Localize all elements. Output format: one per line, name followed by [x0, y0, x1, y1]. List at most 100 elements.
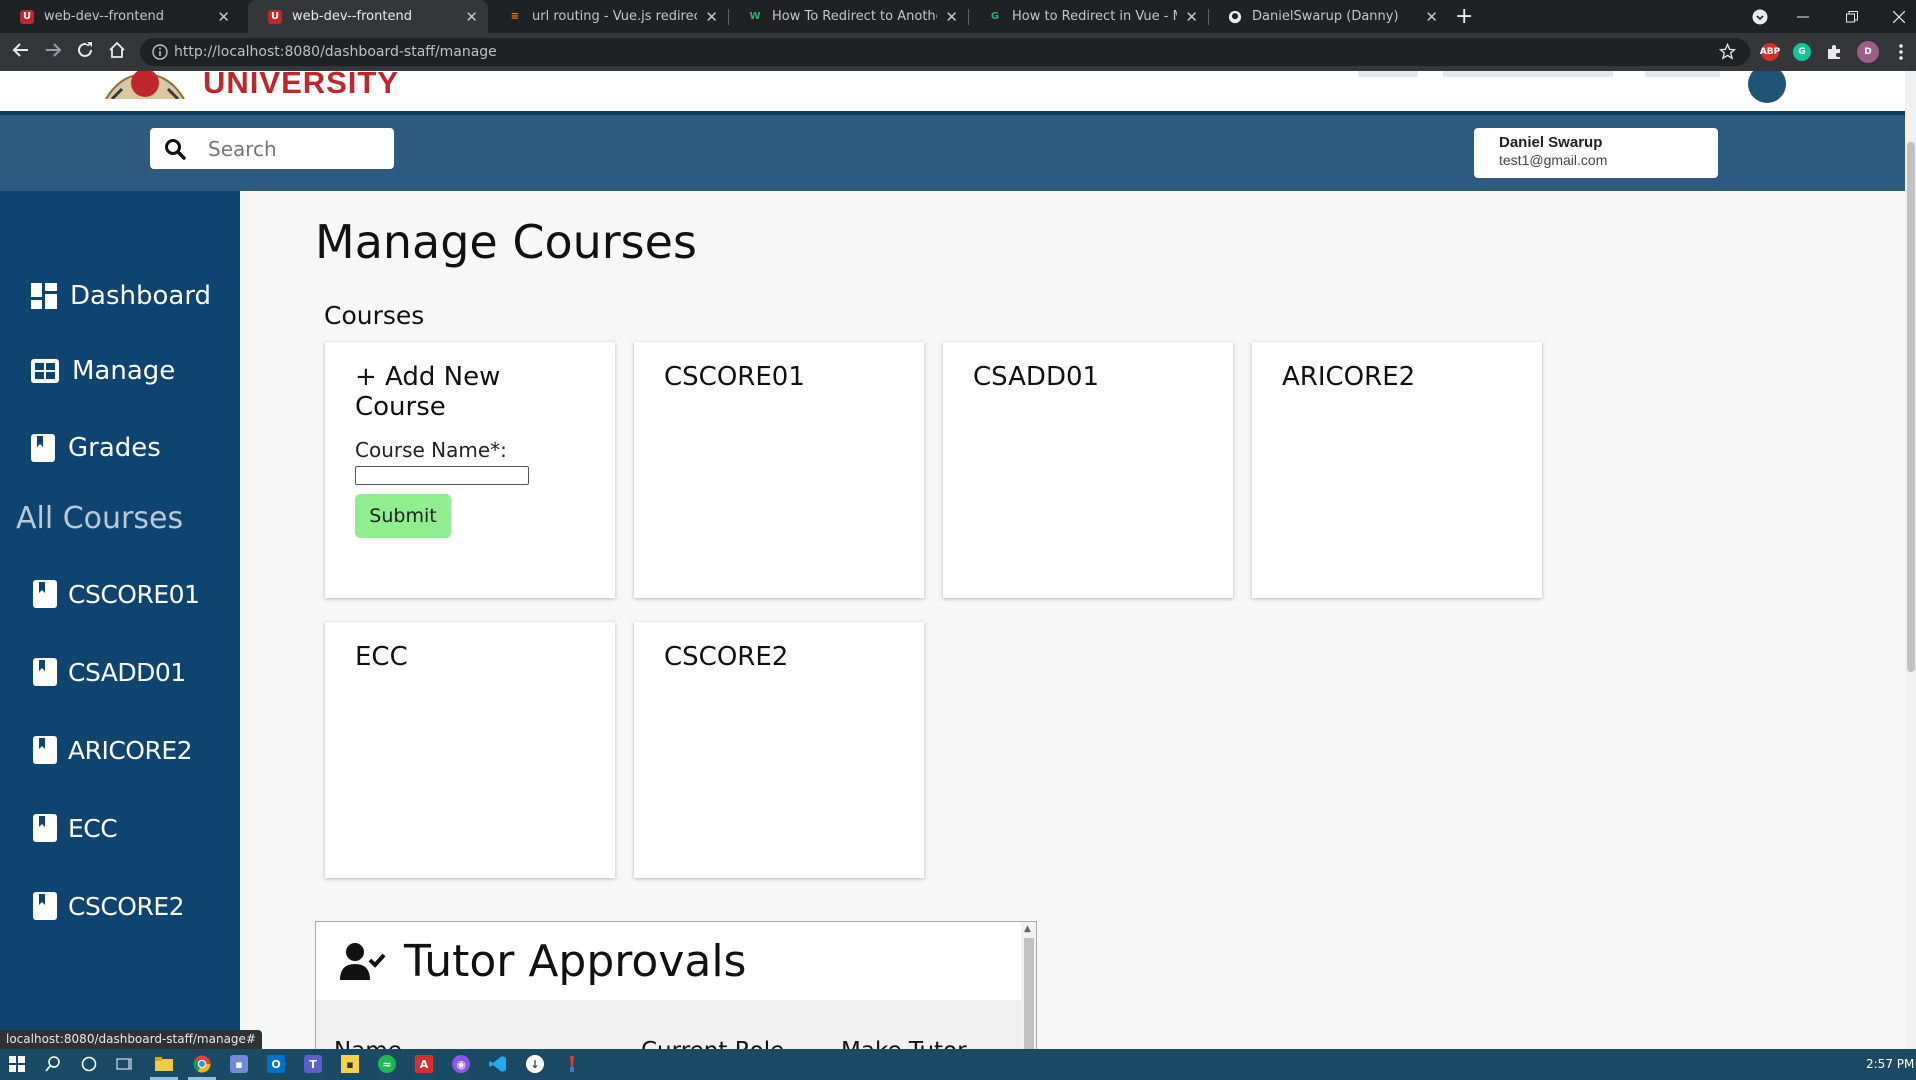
bookmark-icon — [33, 580, 57, 608]
courses-section-label: Courses — [324, 301, 425, 330]
browser-tab-bar: U web-dev--frontend ✕ U web-dev--fronten… — [0, 0, 1916, 33]
tutor-panel-scroll-thumb[interactable] — [1024, 938, 1034, 1049]
user-check-icon — [340, 942, 386, 980]
top-nav-link[interactable] — [1645, 71, 1720, 77]
course-card-title: CSCORE2 — [664, 642, 789, 672]
extensions-puzzle-icon[interactable] — [1825, 43, 1843, 61]
close-tab-icon[interactable]: ✕ — [1185, 8, 1198, 26]
grammarly-extension-icon[interactable]: G — [1793, 43, 1811, 61]
site-logo-text[interactable]: UNIVERSITY — [203, 71, 399, 101]
close-tab-icon[interactable]: ✕ — [705, 8, 718, 26]
close-tab-icon[interactable]: ✕ — [217, 8, 230, 26]
top-nav-circle-button[interactable] — [1748, 71, 1786, 103]
course-card-cscore2[interactable]: CSCORE2 — [634, 622, 924, 878]
address-bar[interactable]: http://localhost:8080/dashboard-staff/ma… — [140, 38, 1750, 66]
info-icon[interactable] — [152, 44, 168, 64]
reload-icon[interactable] — [76, 39, 94, 64]
sidebar-course-csadd01[interactable]: CSADD01 — [32, 657, 186, 687]
course-card-cscore01[interactable]: CSCORE01 — [634, 342, 924, 598]
course-card-aricore2[interactable]: ARICORE2 — [1252, 342, 1542, 598]
vscode-icon[interactable] — [489, 1055, 507, 1073]
github-favicon-icon — [1228, 10, 1242, 24]
page-scroll-thumb[interactable] — [1907, 142, 1915, 672]
outlook-icon[interactable]: O — [267, 1055, 285, 1073]
column-header-make-tutor: Make Tutor — [841, 1038, 967, 1049]
stackoverflow-favicon-icon: ≡ — [510, 11, 520, 22]
university-seal-icon — [105, 71, 185, 99]
sticky-notes-icon[interactable]: ▪ — [341, 1055, 359, 1073]
course-name-input[interactable] — [355, 466, 529, 485]
top-nav-link[interactable] — [1443, 71, 1613, 77]
back-arrow-icon[interactable] — [12, 40, 30, 64]
browser-tab[interactable]: ≡ url routing - Vue.js redirection to ✕ — [488, 0, 728, 33]
course-card-title: CSADD01 — [973, 362, 1100, 392]
close-tab-icon[interactable]: ✕ — [465, 8, 478, 26]
sidebar-item-label: Manage — [72, 356, 176, 386]
adblock-extension-icon[interactable]: ABP — [1760, 43, 1780, 61]
browser-tab-active[interactable]: U web-dev--frontend ✕ — [248, 0, 488, 33]
profile-avatar-icon[interactable]: D — [1857, 41, 1879, 63]
acrobat-icon[interactable]: A — [415, 1055, 433, 1073]
course-card-title: ECC — [355, 642, 408, 672]
sidebar-course-cscore2[interactable]: CSCORE2 — [32, 891, 185, 921]
sidebar-course-label: CSCORE01 — [68, 579, 200, 609]
sidebar-course-ecc[interactable]: ECC — [32, 813, 118, 843]
forward-arrow-icon[interactable] — [44, 40, 62, 64]
bookmark-icon — [33, 736, 57, 764]
teams-icon[interactable]: T — [304, 1055, 322, 1073]
university-favicon-icon: U — [268, 9, 282, 24]
minimize-icon[interactable] — [1797, 0, 1809, 33]
sidebar-item-label: Dashboard — [70, 281, 212, 311]
home-icon[interactable] — [108, 40, 126, 64]
sidebar-course-aricore2[interactable]: ARICORE2 — [32, 735, 193, 765]
search-box — [150, 128, 394, 169]
sidebar-course-label: CSCORE2 — [68, 891, 185, 921]
top-nav-link[interactable] — [1358, 71, 1418, 77]
spotify-icon[interactable]: ≈ — [378, 1055, 396, 1073]
search-icon[interactable] — [164, 138, 186, 160]
search-input[interactable] — [206, 135, 370, 162]
sidebar-item-manage[interactable]: Manage — [30, 356, 175, 386]
browser-tab[interactable]: W How To Redirect to Another Web ✕ — [728, 0, 968, 33]
sidebar-item-label: Grades — [68, 433, 161, 463]
browser-tab[interactable]: G How to Redirect in Vue - Michael ✕ — [968, 0, 1208, 33]
downloader-icon[interactable]: ↓ — [526, 1055, 544, 1073]
close-tab-icon[interactable]: ✕ — [1425, 8, 1438, 26]
page-title: Manage Courses — [315, 215, 697, 269]
sidebar-course-cscore01[interactable]: CSCORE01 — [32, 579, 200, 609]
tab-search-icon[interactable] — [1752, 0, 1768, 33]
table-icon — [31, 359, 59, 383]
course-card-csadd01[interactable]: CSADD01 — [943, 342, 1233, 598]
g-favicon-icon: G — [990, 11, 1000, 22]
restore-icon[interactable] — [1846, 0, 1858, 33]
browser-tab[interactable]: U web-dev--frontend ✕ — [0, 0, 240, 33]
task-view-icon[interactable] — [116, 1055, 134, 1073]
bookmark-star-icon[interactable] — [1718, 42, 1737, 64]
w-favicon-icon: W — [749, 11, 761, 22]
course-name-label: Course Name*: — [355, 438, 507, 462]
sidebar-item-grades[interactable]: Grades — [30, 433, 161, 463]
dashboard-header: Daniel Swarup test1@gmail.com — [0, 115, 1905, 191]
windows-start-icon[interactable] — [8, 1055, 26, 1073]
scroll-up-arrow-icon[interactable]: ▲ — [1024, 924, 1031, 934]
new-tab-icon[interactable]: + — [1455, 4, 1473, 29]
chrome-icon[interactable] — [193, 1055, 211, 1073]
course-card-ecc[interactable]: ECC — [325, 622, 615, 878]
user-info-card[interactable]: Daniel Swarup test1@gmail.com — [1474, 128, 1718, 178]
close-window-icon[interactable] — [1893, 0, 1905, 33]
taskbar-search-icon[interactable] — [44, 1055, 62, 1073]
cortana-icon[interactable] — [80, 1055, 98, 1073]
browser-menu-icon[interactable] — [1892, 43, 1910, 61]
submit-button[interactable]: Submit — [355, 494, 451, 538]
browser-tab[interactable]: DanielSwarup (Danny) ✕ — [1208, 0, 1448, 33]
link-status-bar: localhost:8080/dashboard-staff/manage# — [0, 1030, 262, 1049]
sidebar-item-dashboard[interactable]: Dashboard — [30, 281, 211, 311]
discord-icon[interactable]: ▪ — [230, 1055, 248, 1073]
user-email: test1@gmail.com — [1499, 152, 1608, 168]
all-courses-heading: All Courses — [16, 501, 184, 536]
paint-icon[interactable] — [563, 1055, 581, 1073]
github-desktop-icon[interactable]: ◉ — [452, 1055, 470, 1073]
close-tab-icon[interactable]: ✕ — [945, 8, 958, 26]
file-explorer-icon[interactable] — [155, 1055, 173, 1073]
user-name: Daniel Swarup — [1499, 134, 1603, 151]
